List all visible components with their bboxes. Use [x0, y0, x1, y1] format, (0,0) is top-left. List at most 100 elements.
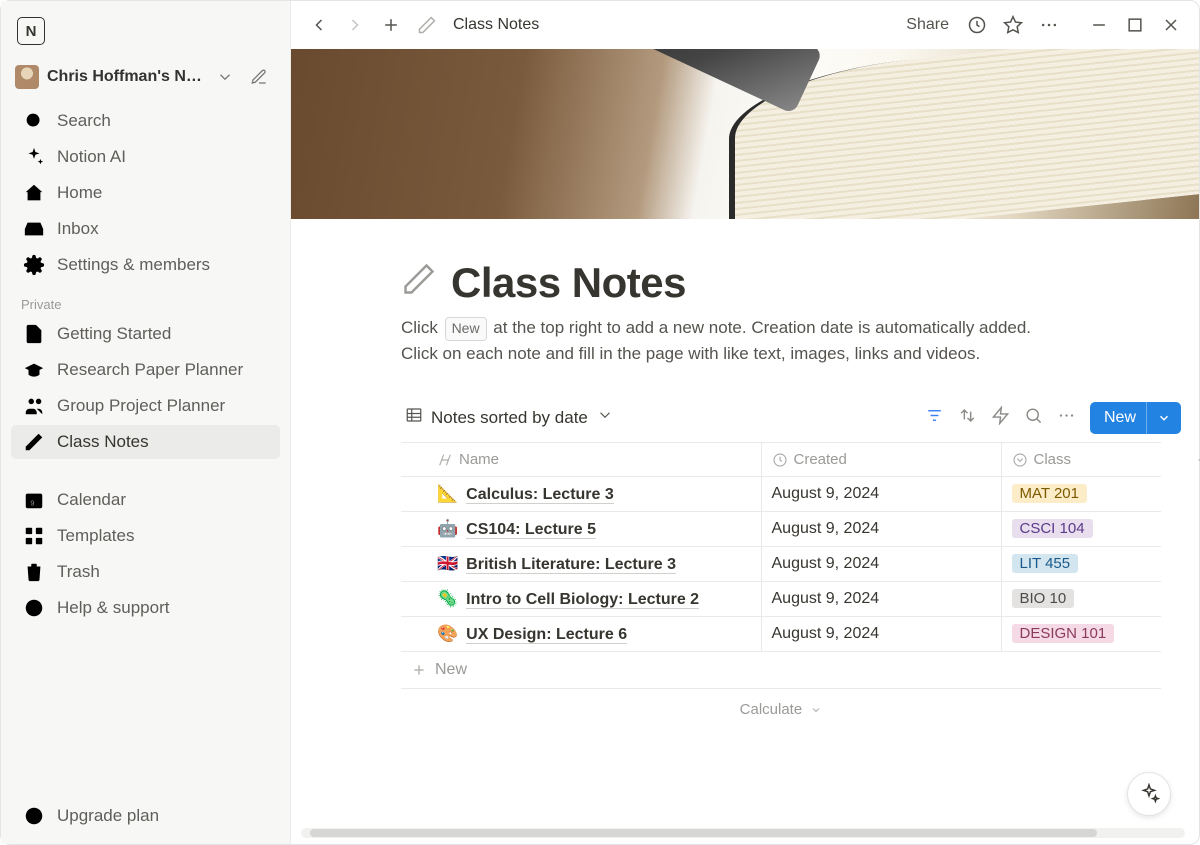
row-name[interactable]: 🦠Intro to Cell Biology: Lecture 2 [401, 581, 761, 616]
sidebar-item-label: Search [57, 111, 111, 131]
row-emoji-icon: 📐 [437, 484, 458, 503]
help-icon [23, 597, 45, 619]
page-icon-button[interactable] [411, 9, 443, 41]
automation-icon[interactable] [991, 406, 1010, 430]
main-content: Class Notes Share Class Notes Click New … [291, 1, 1199, 844]
nav-forward-button[interactable] [339, 9, 371, 41]
sidebar-item-help[interactable]: Help & support [11, 591, 280, 625]
trash-icon [23, 561, 45, 583]
table-row[interactable]: 🤖CS104: Lecture 5August 9, 2024CSCI 104 [401, 511, 1161, 546]
home-icon [23, 182, 45, 204]
row-emoji-icon: 🇬🇧 [437, 554, 458, 573]
sidebar-item-search[interactable]: Search [11, 104, 280, 138]
page-icon [23, 323, 45, 345]
horizontal-scrollbar[interactable] [301, 828, 1185, 838]
row-created: August 9, 2024 [761, 616, 1001, 651]
sort-icon[interactable] [958, 406, 977, 430]
sidebar-item-label: Trash [57, 562, 100, 582]
more-icon[interactable] [1033, 9, 1065, 41]
db-table: Name Created Class 📐Calculus: Lecture 3A… [401, 442, 1161, 652]
row-emoji-icon: 🤖 [437, 519, 458, 538]
db-new-button[interactable]: New [1090, 402, 1181, 434]
new-row-label: New [435, 661, 467, 679]
table-row[interactable]: 🇬🇧British Literature: Lecture 3August 9,… [401, 546, 1161, 581]
breadcrumb[interactable]: Class Notes [453, 16, 539, 34]
table-row[interactable]: 🦠Intro to Cell Biology: Lecture 2August … [401, 581, 1161, 616]
new-page-button[interactable] [375, 9, 407, 41]
sidebar-item-upgrade[interactable]: Upgrade plan [11, 799, 280, 833]
avatar [15, 65, 39, 89]
more-icon[interactable] [1057, 406, 1076, 430]
sparkle-icon [23, 146, 45, 168]
col-created[interactable]: Created [761, 442, 1001, 476]
sidebar-page-group[interactable]: Group Project Planner [11, 389, 280, 423]
row-emoji-icon: 🎨 [437, 624, 458, 643]
sidebar-page-getting-started[interactable]: Getting Started [11, 317, 280, 351]
chevron-down-icon [215, 67, 235, 87]
inbox-icon [23, 218, 45, 240]
sidebar-item-ai[interactable]: Notion AI [11, 140, 280, 174]
sidebar-item-templates[interactable]: Templates [11, 519, 280, 553]
compose-icon[interactable] [249, 67, 269, 87]
col-name[interactable]: Name [401, 442, 761, 476]
row-name[interactable]: 🤖CS104: Lecture 5 [401, 511, 761, 546]
table-header-row: Name Created Class [401, 442, 1161, 476]
sidebar-item-inbox[interactable]: Inbox [11, 212, 280, 246]
page-description[interactable]: Click New at the top right to add a new … [401, 315, 1181, 368]
add-column-button[interactable] [1195, 451, 1200, 474]
row-name[interactable]: 🇬🇧British Literature: Lecture 3 [401, 546, 761, 581]
sidebar-item-calendar[interactable]: 9 Calendar [11, 483, 280, 517]
row-emoji-icon: 🦠 [437, 589, 458, 608]
sidebar-item-home[interactable]: Home [11, 176, 280, 210]
db-view-tab[interactable]: Notes sorted by date [401, 403, 618, 432]
row-created: August 9, 2024 [761, 581, 1001, 616]
sidebar-page-class-notes[interactable]: Class Notes [11, 425, 280, 459]
db-new-row[interactable]: New [401, 652, 1161, 689]
table-row[interactable]: 📐Calculus: Lecture 3August 9, 2024MAT 20… [401, 476, 1161, 511]
sidebar-item-label: Notion AI [57, 147, 126, 167]
workspace-switcher[interactable]: Chris Hoffman's N… [7, 61, 284, 93]
search-icon[interactable] [1024, 406, 1043, 430]
sidebar-item-trash[interactable]: Trash [11, 555, 280, 589]
page-cover[interactable] [291, 49, 1199, 219]
new-button-label: New [1104, 409, 1136, 427]
table-icon [405, 406, 423, 429]
svg-text:9: 9 [30, 499, 34, 508]
row-name[interactable]: 🎨UX Design: Lecture 6 [401, 616, 761, 651]
workspace-name: Chris Hoffman's N… [47, 68, 207, 86]
calendar-icon: 9 [23, 489, 45, 511]
row-class: CSCI 104 [1001, 511, 1161, 546]
row-created: August 9, 2024 [761, 511, 1001, 546]
select-icon [1012, 452, 1028, 468]
sidebar-item-label: Getting Started [57, 324, 171, 344]
sidebar-item-settings[interactable]: Settings & members [11, 248, 280, 282]
row-class: BIO 10 [1001, 581, 1161, 616]
updates-icon[interactable] [961, 9, 993, 41]
table-row[interactable]: 🎨UX Design: Lecture 6August 9, 2024DESIG… [401, 616, 1161, 651]
ai-fab-button[interactable] [1127, 772, 1171, 816]
page-emoji-icon[interactable] [401, 261, 437, 306]
row-class: LIT 455 [1001, 546, 1161, 581]
page-title[interactable]: Class Notes [451, 259, 686, 307]
row-name[interactable]: 📐Calculus: Lecture 3 [401, 476, 761, 511]
search-icon [23, 110, 45, 132]
filter-icon[interactable] [925, 406, 944, 430]
window-minimize-icon[interactable] [1083, 9, 1115, 41]
sidebar-item-label: Help & support [57, 598, 169, 618]
sidebar-item-label: Upgrade plan [57, 806, 159, 826]
sidebar-page-research[interactable]: Research Paper Planner [11, 353, 280, 387]
window-maximize-icon[interactable] [1119, 9, 1151, 41]
db-view-label: Notes sorted by date [431, 408, 588, 428]
share-button[interactable]: Share [898, 12, 957, 38]
col-class[interactable]: Class [1001, 442, 1161, 476]
nav-back-button[interactable] [303, 9, 335, 41]
sidebar-item-label: Research Paper Planner [57, 360, 243, 380]
favorite-icon[interactable] [997, 9, 1029, 41]
db-calculate[interactable]: Calculate [401, 689, 1161, 730]
sidebar-item-label: Group Project Planner [57, 396, 225, 416]
people-icon [23, 395, 45, 417]
window-close-icon[interactable] [1155, 9, 1187, 41]
sidebar-item-label: Templates [57, 526, 134, 546]
row-created: August 9, 2024 [761, 476, 1001, 511]
pencil-icon [23, 431, 45, 453]
